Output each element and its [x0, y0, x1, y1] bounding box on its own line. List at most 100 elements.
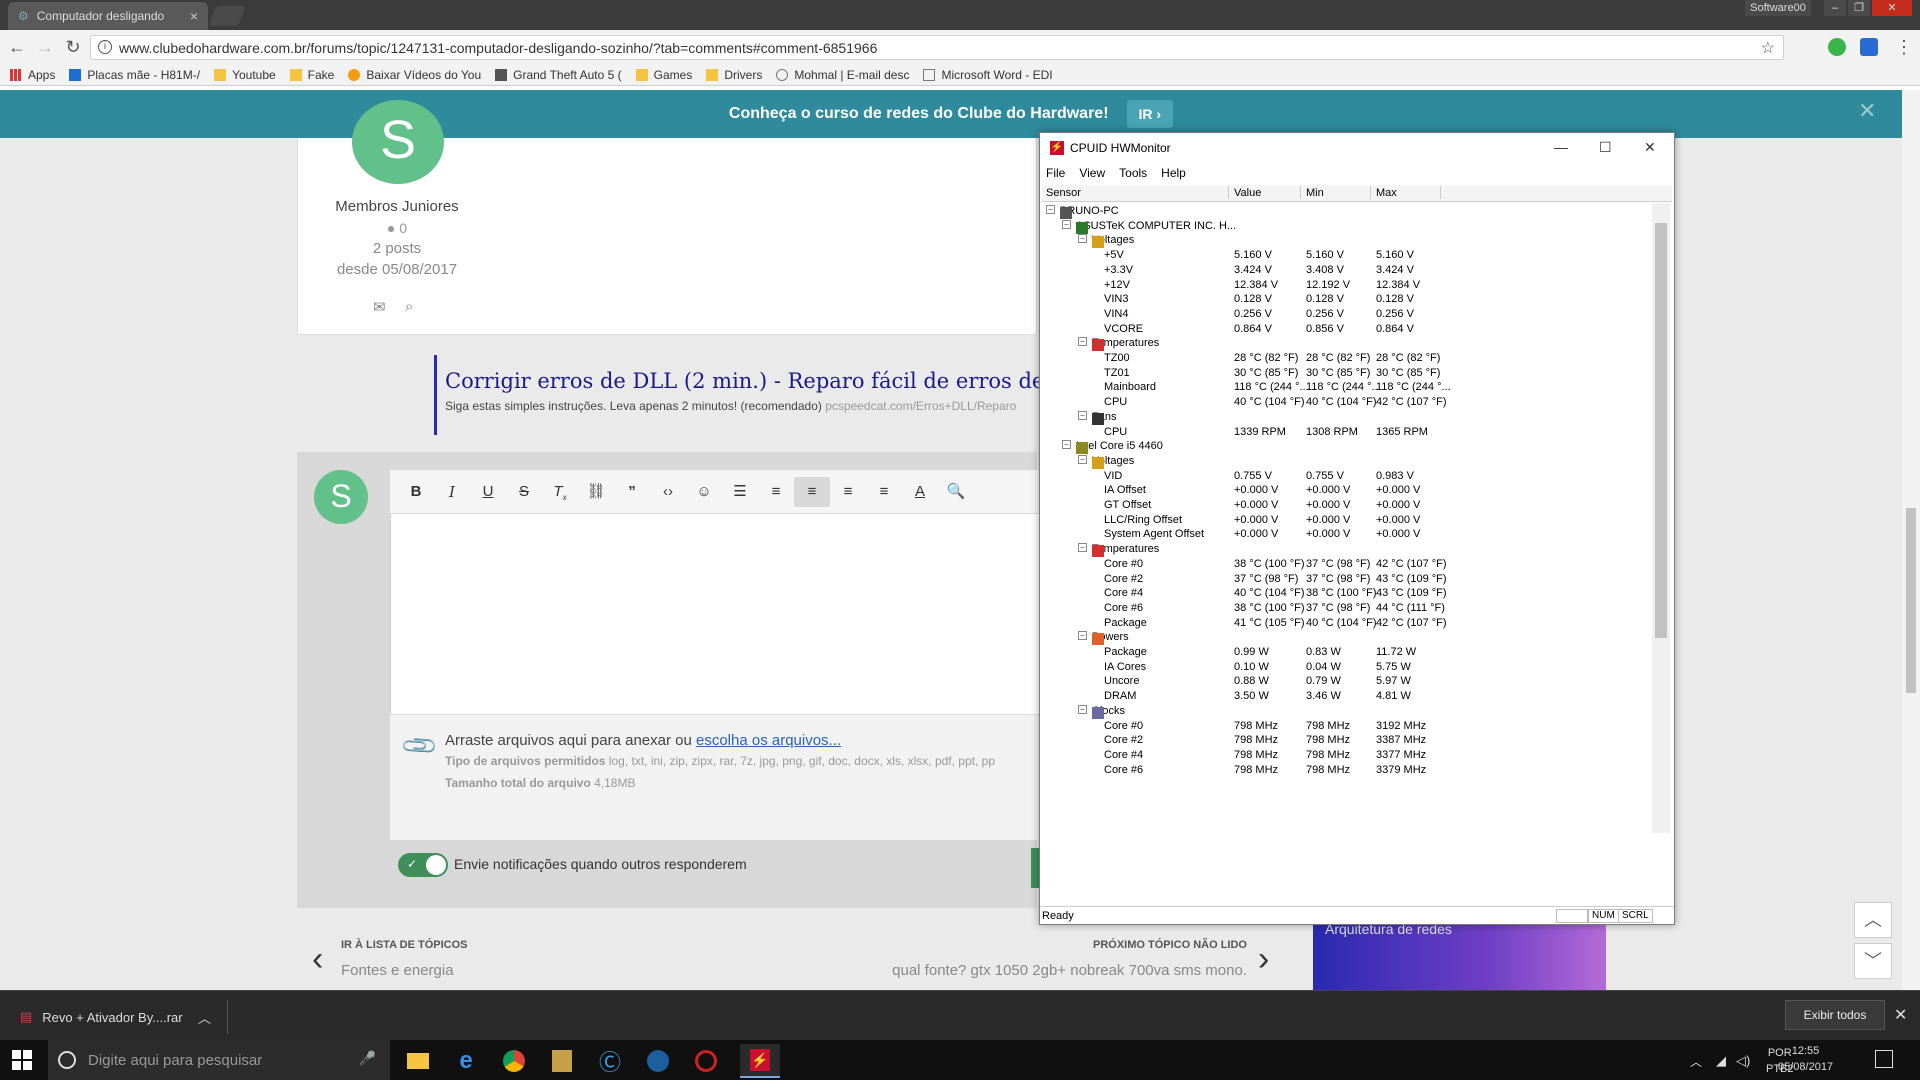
- menu-file[interactable]: File: [1046, 166, 1065, 180]
- volume-icon[interactable]: ◁): [1736, 1053, 1750, 1069]
- hw-maximize-icon[interactable]: ☐: [1599, 139, 1612, 156]
- restore-icon[interactable]: ❐: [1848, 0, 1870, 16]
- info-icon[interactable]: i: [98, 40, 112, 54]
- amd-icon[interactable]: [686, 1044, 726, 1078]
- forward-arrow-icon[interactable]: →: [34, 36, 56, 58]
- link-icon[interactable]: ⛓: [578, 477, 614, 507]
- collapse-toggle-icon[interactable]: −: [1062, 219, 1071, 229]
- chevron-right-icon[interactable]: ›: [1258, 940, 1269, 979]
- bookmark-item[interactable]: Baixar Vídeos do You: [348, 68, 481, 82]
- menu-kebab-icon[interactable]: ⋮: [1893, 36, 1915, 58]
- edge-icon[interactable]: e: [446, 1044, 486, 1078]
- scroll-top-button[interactable]: ︿: [1854, 902, 1892, 938]
- quote-icon[interactable]: ”: [614, 477, 650, 507]
- game-launcher-icon[interactable]: [542, 1044, 582, 1078]
- bookmark-item[interactable]: Microsoft Word - EDI: [923, 68, 1053, 82]
- sensor-row[interactable]: Core #6 798 MHz 798 MHz 3379 MHz: [1042, 762, 1652, 780]
- chevron-left-icon[interactable]: ‹: [312, 940, 323, 979]
- notify-toggle[interactable]: ✓: [398, 853, 448, 877]
- extension-blue-icon[interactable]: [1860, 38, 1878, 56]
- chevron-up-tray-icon[interactable]: ︿: [1690, 1053, 1702, 1070]
- network-icon[interactable]: ◢: [1716, 1053, 1726, 1069]
- taskbar-search[interactable]: Digite aqui para pesquisar 🎤: [48, 1040, 390, 1080]
- bookmark-item[interactable]: Youtube: [214, 68, 276, 82]
- text-ad[interactable]: Corrigir erros de DLL (2 min.) - Reparo …: [434, 355, 1096, 435]
- col-max[interactable]: Max: [1376, 187, 1397, 199]
- hw-close-icon[interactable]: ✕: [1644, 139, 1656, 156]
- collapse-toggle-icon[interactable]: −: [1078, 410, 1087, 420]
- back-to-list-forum[interactable]: Fontes e energia: [341, 962, 454, 979]
- download-item[interactable]: ▤ Revo + Ativador By....rar ︿: [20, 1000, 228, 1034]
- hwmonitor-taskbar-icon[interactable]: ⚡: [740, 1044, 780, 1078]
- ccleaner-icon[interactable]: Ⓒ: [590, 1044, 630, 1078]
- taskbar-clock[interactable]: 12:55 05/08/2017: [1778, 1043, 1833, 1075]
- message-envelope-icon[interactable]: ✉: [373, 298, 386, 316]
- collapse-toggle-icon[interactable]: −: [1046, 205, 1055, 214]
- windows-start-icon[interactable]: [12, 1050, 32, 1070]
- align-right-icon[interactable]: ≡: [866, 477, 902, 507]
- sensor-scrollbar-thumb[interactable]: [1655, 223, 1667, 638]
- bookmark-star-icon[interactable]: ☆: [1761, 38, 1775, 58]
- back-to-list-label[interactable]: IR À LISTA DE TÓPICOS: [341, 939, 468, 951]
- hw-minimize-icon[interactable]: —: [1554, 139, 1568, 155]
- page-scrollbar-thumb[interactable]: [1906, 508, 1916, 693]
- col-value[interactable]: Value: [1234, 187, 1261, 199]
- chevron-up-icon[interactable]: ︿: [198, 1008, 211, 1027]
- menu-tools[interactable]: Tools: [1119, 166, 1147, 180]
- show-all-downloads-button[interactable]: Exibir todos: [1785, 1000, 1885, 1030]
- downloads-close-icon[interactable]: ✕: [1894, 1005, 1907, 1025]
- collapse-toggle-icon[interactable]: −: [1078, 234, 1087, 244]
- underline-icon[interactable]: U: [470, 477, 506, 507]
- collapse-toggle-icon[interactable]: −: [1078, 454, 1087, 464]
- strikethrough-icon[interactable]: S: [506, 477, 542, 507]
- text-color-icon[interactable]: A: [902, 477, 938, 507]
- browser-tab[interactable]: ⚙ Computador desligando ×: [8, 2, 208, 30]
- steam-icon[interactable]: [638, 1044, 678, 1078]
- bookmark-item[interactable]: Grand Theft Auto 5 (: [495, 68, 622, 82]
- ad-title[interactable]: Corrigir erros de DLL (2 min.) - Reparo …: [445, 369, 1096, 393]
- collapse-toggle-icon[interactable]: −: [1062, 440, 1071, 450]
- profile-button[interactable]: Software00: [1745, 0, 1811, 16]
- collapse-toggle-icon[interactable]: −: [1078, 631, 1087, 641]
- bold-icon[interactable]: B: [398, 477, 434, 507]
- bookmark-apps[interactable]: Apps: [10, 68, 55, 82]
- chrome-icon[interactable]: [494, 1044, 534, 1078]
- next-topic-title[interactable]: qual fonte? gtx 1050 2gb+ nobreak 700va …: [892, 962, 1247, 979]
- network-course-ad-image[interactable]: Arquitetura de redes: [1313, 921, 1606, 991]
- bullet-list-icon[interactable]: ☰: [722, 477, 758, 507]
- address-bar[interactable]: i www.clubedohardware.com.br/forums/topi…: [90, 35, 1784, 60]
- scroll-bottom-button[interactable]: ﹀: [1854, 943, 1892, 979]
- close-window-icon[interactable]: ✕: [1872, 0, 1912, 16]
- action-center-icon[interactable]: [1875, 1050, 1893, 1068]
- bookmark-item[interactable]: Drivers: [706, 68, 762, 82]
- bookmark-item[interactable]: Mohmal | E-mail desc: [776, 68, 909, 82]
- col-sensor[interactable]: Sensor: [1046, 187, 1081, 199]
- reload-icon[interactable]: ↻: [62, 36, 84, 58]
- collapse-toggle-icon[interactable]: −: [1078, 337, 1087, 347]
- italic-icon[interactable]: I: [434, 477, 470, 507]
- menu-help[interactable]: Help: [1161, 166, 1186, 180]
- file-explorer-icon[interactable]: [398, 1044, 438, 1078]
- choose-files-link[interactable]: escolha os arquivos...: [696, 732, 841, 749]
- author-avatar[interactable]: S: [352, 100, 444, 184]
- extension-green-icon[interactable]: [1828, 38, 1846, 56]
- microphone-icon[interactable]: 🎤: [359, 1050, 376, 1067]
- banner-close-icon[interactable]: ✕: [1858, 98, 1876, 124]
- back-arrow-icon[interactable]: ←: [6, 36, 28, 58]
- numbered-list-icon[interactable]: ≡: [758, 477, 794, 507]
- code-icon[interactable]: ‹›: [650, 477, 686, 507]
- align-left-icon[interactable]: ≡: [794, 476, 830, 507]
- bookmark-item[interactable]: Games: [635, 68, 692, 82]
- emoji-icon[interactable]: ☺: [686, 477, 722, 507]
- collapse-toggle-icon[interactable]: −: [1078, 543, 1087, 553]
- next-topic-label[interactable]: PRÓXIMO TÓPICO NÃO LIDO: [1093, 939, 1247, 951]
- align-center-icon[interactable]: ≡: [830, 477, 866, 507]
- preview-icon[interactable]: 🔍: [938, 477, 974, 507]
- minimize-icon[interactable]: –: [1824, 0, 1846, 16]
- collapse-toggle-icon[interactable]: −: [1078, 704, 1087, 714]
- bookmark-item[interactable]: Placas mãe - H81M-/: [69, 68, 200, 82]
- tab-close-icon[interactable]: ×: [190, 8, 198, 24]
- banner-go-button[interactable]: IR ›: [1126, 100, 1174, 128]
- remove-format-icon[interactable]: Tx: [542, 477, 578, 507]
- col-min[interactable]: Min: [1306, 187, 1324, 199]
